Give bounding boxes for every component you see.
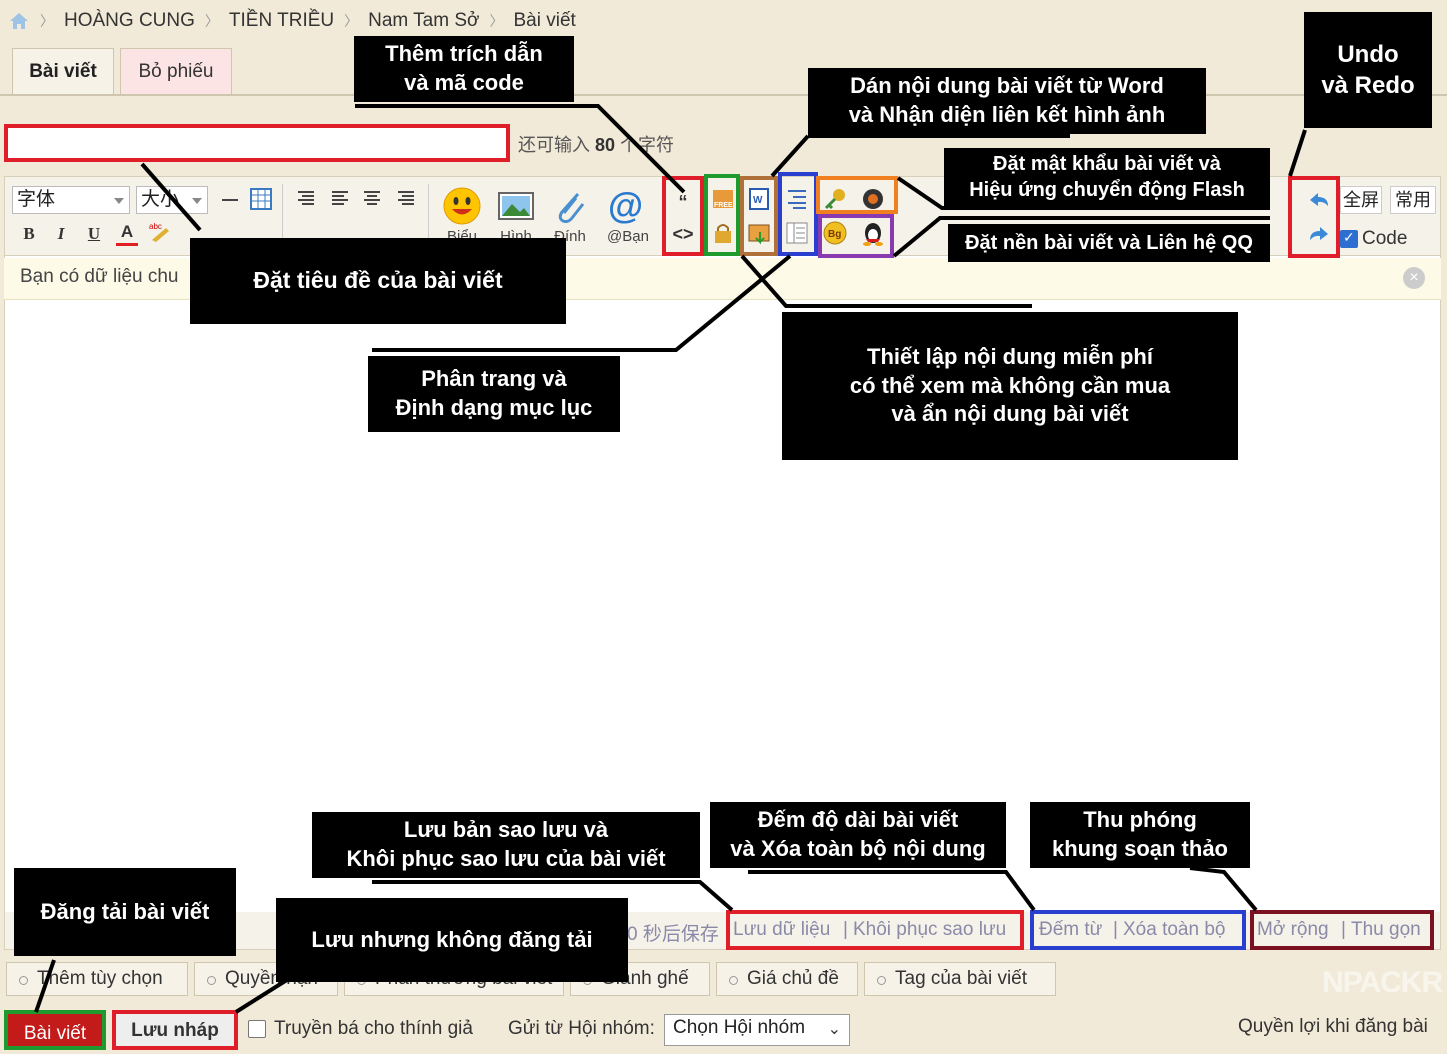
image-icon[interactable] — [496, 186, 536, 226]
underline-button[interactable]: U — [83, 224, 105, 244]
home-icon[interactable] — [8, 11, 30, 31]
restore-notice-text: Bạn có dữ liệu chu — [20, 266, 179, 287]
highlight-zoom — [1250, 910, 1434, 950]
bold-button[interactable]: B — [18, 224, 40, 244]
option-price[interactable]: Giá chủ đề — [716, 962, 858, 996]
highlight-undo-redo — [1288, 176, 1340, 258]
tab-post[interactable]: Bài viết — [12, 48, 114, 94]
align-center-icon[interactable] — [362, 188, 382, 208]
autosave-countdown: 0 秒后保存 — [627, 924, 719, 945]
mention-label: @Bạn — [607, 228, 649, 245]
close-icon[interactable]: × — [1403, 267, 1425, 289]
highlight-count-clear — [1030, 910, 1246, 950]
spread-label: Truyền bá cho thính giả — [274, 1018, 473, 1039]
callout-quote-code: Thêm trích dẫn và mã code — [354, 36, 574, 102]
watermark-logo: NPACKR — [1322, 966, 1443, 999]
highlight-word-image — [740, 176, 778, 256]
chevron-right-icon: 〉 — [40, 13, 54, 29]
code-checkbox[interactable] — [1340, 229, 1358, 248]
font-color-button[interactable]: A — [116, 222, 138, 246]
svg-text:@: @ — [608, 186, 643, 226]
breadcrumb-item[interactable]: Nam Tam Sở — [368, 10, 479, 32]
horizontal-rule-icon[interactable] — [220, 190, 240, 210]
fullscreen-button[interactable]: 全屏 — [1340, 186, 1382, 214]
spellcheck-icon[interactable]: abc — [148, 220, 172, 244]
align-justify-icon[interactable] — [396, 188, 416, 208]
chevron-right-icon: 〉 — [204, 13, 219, 29]
callout-save-no-publish: Lưu nhưng không đăng tải — [276, 898, 628, 982]
callout-page-toc: Phân trang và Định dạng mục lục — [368, 356, 620, 432]
option-tags[interactable]: Tag của bài viết — [864, 962, 1056, 996]
chevron-right-icon: 〉 — [344, 13, 359, 29]
smiley-icon[interactable] — [442, 186, 482, 226]
dropdown-arrow-icon — [114, 198, 124, 204]
callout-undo-redo: Undo và Redo — [1304, 12, 1432, 128]
callout-paste-word: Dán nội dung bài viết từ Word và Nhận di… — [808, 68, 1206, 134]
callout-password-flash: Đặt mật khẩu bài viết và Hiệu ứng chuyển… — [944, 148, 1270, 206]
save-draft-button[interactable]: Lưu nháp — [112, 1010, 238, 1050]
post-button[interactable]: Bài viết — [4, 1010, 106, 1050]
at-icon[interactable]: @ — [606, 186, 646, 226]
highlight-page-toc — [778, 172, 818, 256]
paperclip-icon[interactable] — [550, 186, 590, 226]
group-select[interactable]: Chọn Hội nhóm ⌄ — [664, 1014, 850, 1046]
highlight-bg-qq — [818, 214, 894, 258]
callout-backup: Lưu bản sao lưu và Khôi phục sao lưu của… — [312, 812, 700, 878]
callout-background-qq: Đặt nền bài viết và Liên hệ QQ — [948, 224, 1270, 262]
italic-button[interactable]: I — [50, 224, 72, 244]
breadcrumb-current: Bài viết — [513, 10, 576, 31]
title-input[interactable] — [4, 124, 510, 162]
toolbar-divider — [428, 184, 429, 246]
align-left-icon[interactable] — [330, 188, 350, 208]
breadcrumb: 〉 HOÀNG CUNG 〉 TIỀN TRIỀU 〉 Nam Tam Sở 〉… — [6, 8, 576, 34]
chevron-right-icon: 〉 — [489, 13, 504, 29]
callout-publish: Đăng tải bài viết — [14, 868, 236, 956]
highlight-free-hide — [704, 174, 740, 256]
font-select[interactable]: 字体 — [12, 186, 130, 214]
highlight-password-flash — [816, 176, 898, 214]
title-char-counter: 还可输入 80 个字符 — [518, 135, 675, 155]
spread-checkbox[interactable] — [248, 1020, 266, 1038]
highlight-quote-code — [662, 176, 704, 256]
highlight-backup — [726, 910, 1024, 950]
table-icon[interactable] — [250, 188, 272, 210]
breadcrumb-item[interactable]: TIỀN TRIỀU — [229, 10, 334, 32]
callout-free-hide: Thiết lập nội dung miễn phí có thể xem m… — [782, 312, 1238, 460]
option-more[interactable]: Thêm tùy chọn — [6, 962, 188, 996]
tab-poll[interactable]: Bỏ phiếu — [120, 48, 232, 94]
send-from-label: Gửi từ Hội nhóm: — [508, 1018, 655, 1039]
toolbar-divider — [282, 184, 283, 246]
code-checkbox-label: Code — [1362, 228, 1408, 249]
rights-link[interactable]: Quyền lợi khi đăng bài — [1238, 1016, 1428, 1038]
callout-zoom: Thu phóng khung soạn thảo — [1030, 802, 1250, 868]
chevron-down-icon: ⌄ — [827, 1021, 841, 1038]
common-button[interactable]: 常用 — [1390, 186, 1436, 214]
dropdown-arrow-icon — [192, 198, 202, 204]
callout-set-title: Đặt tiêu đề của bài viết — [190, 238, 566, 324]
svg-text:abc: abc — [149, 222, 162, 231]
callout-count-clear: Đếm độ dài bài viết và Xóa toàn bộ nội d… — [710, 802, 1006, 868]
align-right-icon[interactable] — [296, 188, 316, 208]
breadcrumb-item[interactable]: HOÀNG CUNG — [64, 10, 195, 32]
tab-divider — [0, 94, 1447, 96]
size-select[interactable]: 大小 — [136, 186, 208, 214]
